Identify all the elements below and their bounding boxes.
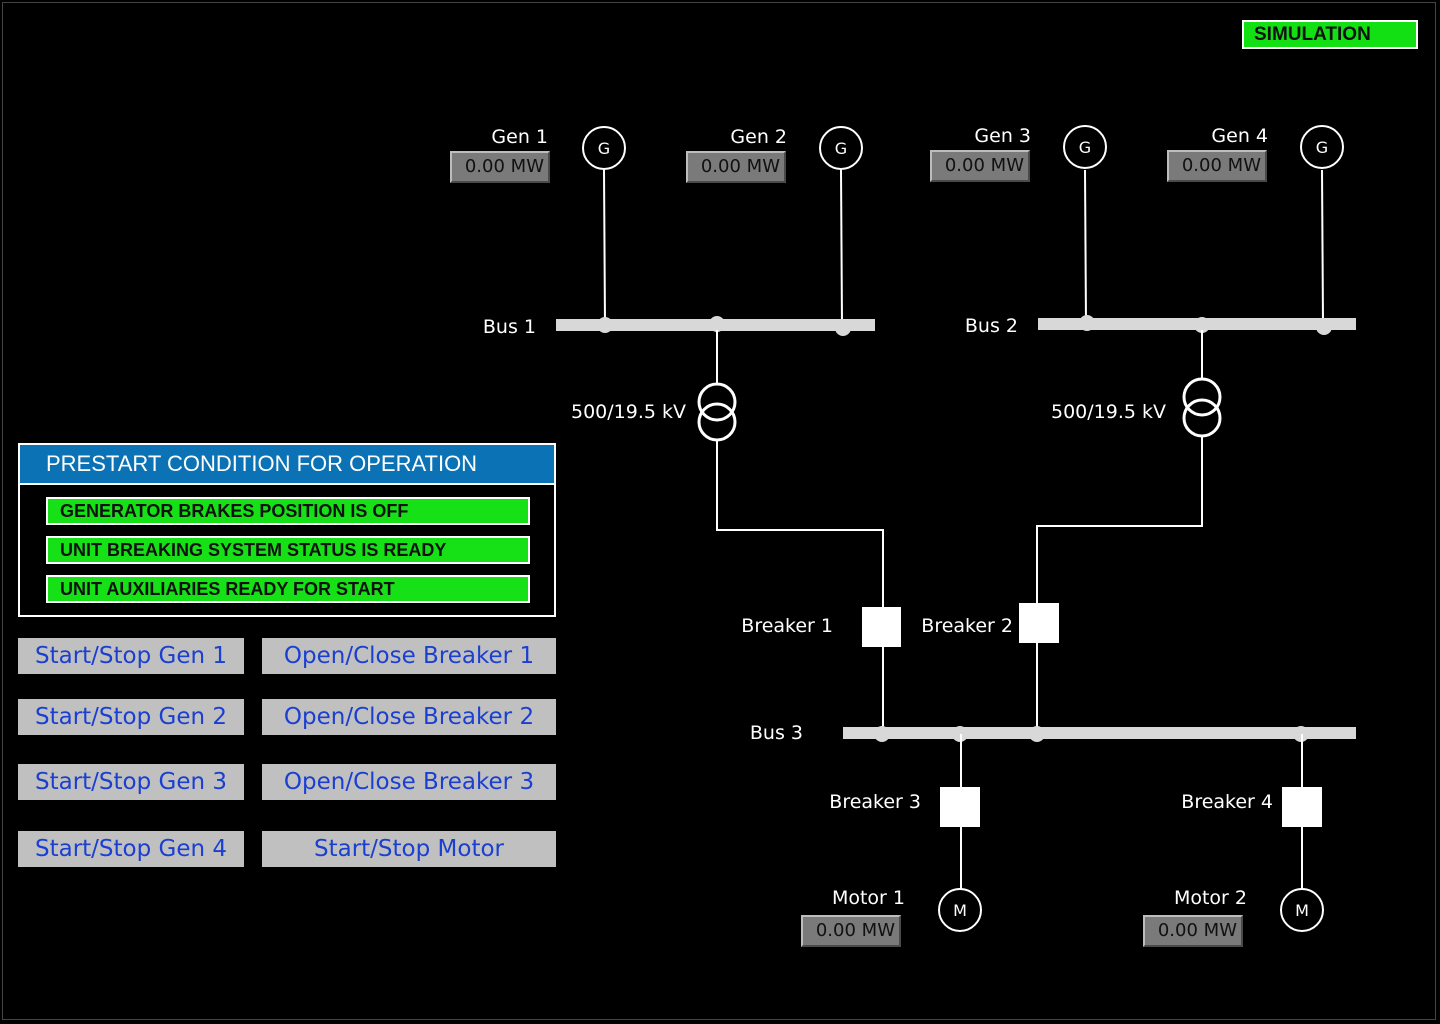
gen2-feeder-line [840, 169, 843, 326]
start-stop-gen2-button[interactable]: Start/Stop Gen 2 [18, 699, 244, 735]
motor2-label: Motor 2 [1174, 887, 1247, 909]
prestart-conditions-list: GENERATOR BRAKES POSITION IS OFF UNIT BR… [20, 483, 554, 617]
motor-2-symbol-letter: M [1295, 901, 1309, 920]
gen3-feeder-line [1084, 169, 1087, 325]
breaker-4-switch[interactable] [1282, 787, 1322, 827]
transformer-2-secondary-coil [1182, 398, 1222, 438]
gen3-power-readout: 0.00 MW [930, 150, 1030, 182]
gen1-feeder-line [603, 169, 606, 326]
gen4-feeder-line [1321, 169, 1324, 325]
transformer-2-rating: 500/19.5 kV [1051, 401, 1166, 423]
bus2-node-gen4 [1316, 319, 1332, 335]
gen3-label: Gen 3 [974, 125, 1031, 147]
open-close-breaker1-button[interactable]: Open/Close Breaker 1 [262, 638, 556, 674]
bus3-node-breaker2 [1029, 726, 1045, 742]
breaker2-label: Breaker 2 [921, 615, 1013, 637]
bus1-node-gen2 [835, 320, 851, 336]
generator-4-symbol-letter: G [1316, 138, 1328, 157]
motor1-label: Motor 1 [832, 887, 905, 909]
bus2-node-gen3 [1079, 315, 1095, 331]
tx1-to-breaker1-line [716, 440, 884, 607]
open-close-breaker2-button[interactable]: Open/Close Breaker 2 [262, 699, 556, 735]
condition-generator-brakes: GENERATOR BRAKES POSITION IS OFF [46, 497, 530, 525]
start-stop-motor-button[interactable]: Start/Stop Motor [262, 831, 556, 867]
start-stop-gen1-button[interactable]: Start/Stop Gen 1 [18, 638, 244, 674]
transformer-2-primary-coil [1182, 377, 1222, 417]
open-close-breaker3-button[interactable]: Open/Close Breaker 3 [262, 764, 556, 800]
condition-breaking-system: UNIT BREAKING SYSTEM STATUS IS READY [46, 536, 530, 564]
breaker4-label: Breaker 4 [1181, 791, 1273, 813]
start-stop-gen3-button[interactable]: Start/Stop Gen 3 [18, 764, 244, 800]
bus3-bar [843, 727, 1356, 739]
generator-4-symbol[interactable]: G [1300, 125, 1344, 169]
generator-1-symbol[interactable]: G [582, 126, 626, 170]
breaker1-label: Breaker 1 [741, 615, 833, 637]
bus1-label: Bus 1 [483, 316, 536, 338]
generator-2-symbol[interactable]: G [819, 126, 863, 170]
motor2-power-readout: 0.00 MW [1143, 915, 1243, 947]
gen4-power-readout: 0.00 MW [1167, 150, 1267, 182]
prestart-condition-panel: PRESTART CONDITION FOR OPERATION GENERAT… [18, 443, 556, 617]
gen1-label: Gen 1 [491, 126, 548, 148]
gen4-label: Gen 4 [1211, 125, 1268, 147]
bus3-node-breaker1 [874, 726, 890, 742]
motor-1-symbol[interactable]: M [938, 888, 982, 932]
bus3-label: Bus 3 [750, 722, 803, 744]
breaker3-label: Breaker 3 [829, 791, 921, 813]
prestart-panel-title: PRESTART CONDITION FOR OPERATION [20, 445, 554, 483]
breaker-1-switch[interactable] [862, 607, 901, 647]
generator-1-symbol-letter: G [598, 139, 610, 158]
tx2-to-breaker2-line [1036, 436, 1203, 603]
start-stop-gen4-button[interactable]: Start/Stop Gen 4 [18, 831, 244, 867]
bus2-label: Bus 2 [965, 315, 1018, 337]
motor-1-symbol-letter: M [953, 901, 967, 920]
transformer-1-secondary-coil [697, 402, 737, 442]
bus1-node-tx1 [709, 316, 725, 332]
gen2-power-readout: 0.00 MW [686, 151, 786, 183]
generator-3-symbol-letter: G [1079, 138, 1091, 157]
generator-3-symbol[interactable]: G [1063, 125, 1107, 169]
transformer-1-primary-coil [697, 382, 737, 422]
motor-2-symbol[interactable]: M [1280, 888, 1324, 932]
generator-2-symbol-letter: G [835, 139, 847, 158]
breaker-2-switch[interactable] [1019, 603, 1059, 643]
gen2-label: Gen 2 [730, 126, 787, 148]
bus1-node-gen1 [597, 317, 613, 333]
condition-auxiliaries: UNIT AUXILIARIES READY FOR START [46, 575, 530, 603]
breaker-3-switch[interactable] [940, 787, 980, 827]
motor1-power-readout: 0.00 MW [801, 915, 901, 947]
gen1-power-readout: 0.00 MW [450, 151, 550, 183]
transformer-1-rating: 500/19.5 kV [571, 401, 686, 423]
